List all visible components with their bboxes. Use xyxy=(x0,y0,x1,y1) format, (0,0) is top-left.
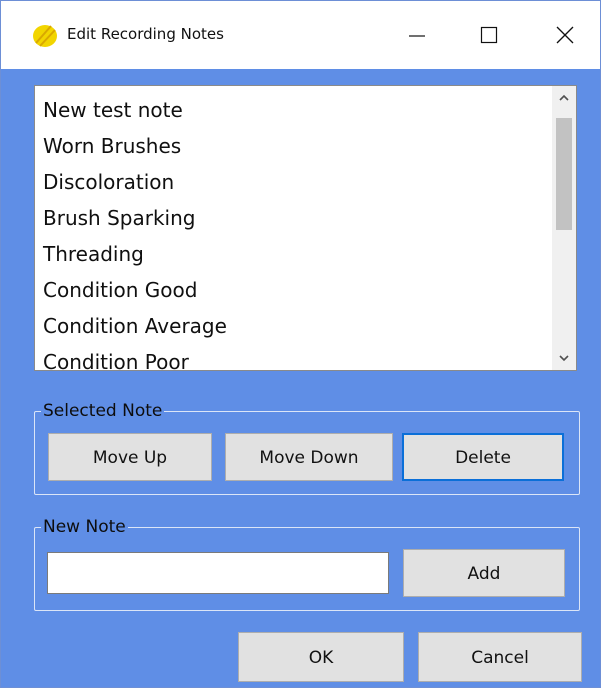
list-item[interactable]: Condition Poor xyxy=(35,344,551,380)
new-note-legend: New Note xyxy=(43,517,126,537)
list-item[interactable]: Worn Brushes xyxy=(35,128,551,164)
add-button[interactable]: Add xyxy=(403,549,565,597)
vertical-scrollbar[interactable] xyxy=(552,86,576,370)
move-down-button[interactable]: Move Down xyxy=(225,433,393,481)
scroll-down-button[interactable] xyxy=(552,346,576,370)
maximize-button[interactable] xyxy=(459,1,519,69)
notes-list: New test note Worn Brushes Discoloration… xyxy=(35,92,551,380)
minimize-button[interactable] xyxy=(387,1,447,69)
close-icon xyxy=(556,26,574,44)
window-title: Edit Recording Notes xyxy=(67,25,224,43)
scroll-thumb[interactable] xyxy=(556,118,572,230)
selected-note-legend: Selected Note xyxy=(43,401,163,421)
new-note-input[interactable] xyxy=(47,552,389,594)
list-item[interactable]: New test note xyxy=(35,92,551,128)
ok-button[interactable]: OK xyxy=(238,632,404,682)
move-up-button[interactable]: Move Up xyxy=(48,433,212,481)
pencil-icon xyxy=(32,23,58,49)
list-item[interactable]: Brush Sparking xyxy=(35,200,551,236)
edit-recording-notes-dialog: Edit Recording Notes New test note Worn … xyxy=(0,0,601,688)
list-item[interactable]: Threading xyxy=(35,236,551,272)
close-button[interactable] xyxy=(535,1,595,69)
cancel-button[interactable]: Cancel xyxy=(418,632,582,682)
list-item[interactable]: Condition Average xyxy=(35,308,551,344)
notes-listbox[interactable]: New test note Worn Brushes Discoloration… xyxy=(34,85,577,374)
chevron-up-icon xyxy=(559,94,569,101)
list-item[interactable]: Condition Good xyxy=(35,272,551,308)
chevron-down-icon xyxy=(559,355,569,362)
maximize-icon xyxy=(480,26,498,44)
title-bar[interactable]: Edit Recording Notes xyxy=(1,1,600,69)
delete-button[interactable]: Delete xyxy=(402,433,564,481)
list-item[interactable]: Discoloration xyxy=(35,164,551,200)
minimize-icon xyxy=(409,35,425,37)
scroll-up-button[interactable] xyxy=(552,86,576,110)
